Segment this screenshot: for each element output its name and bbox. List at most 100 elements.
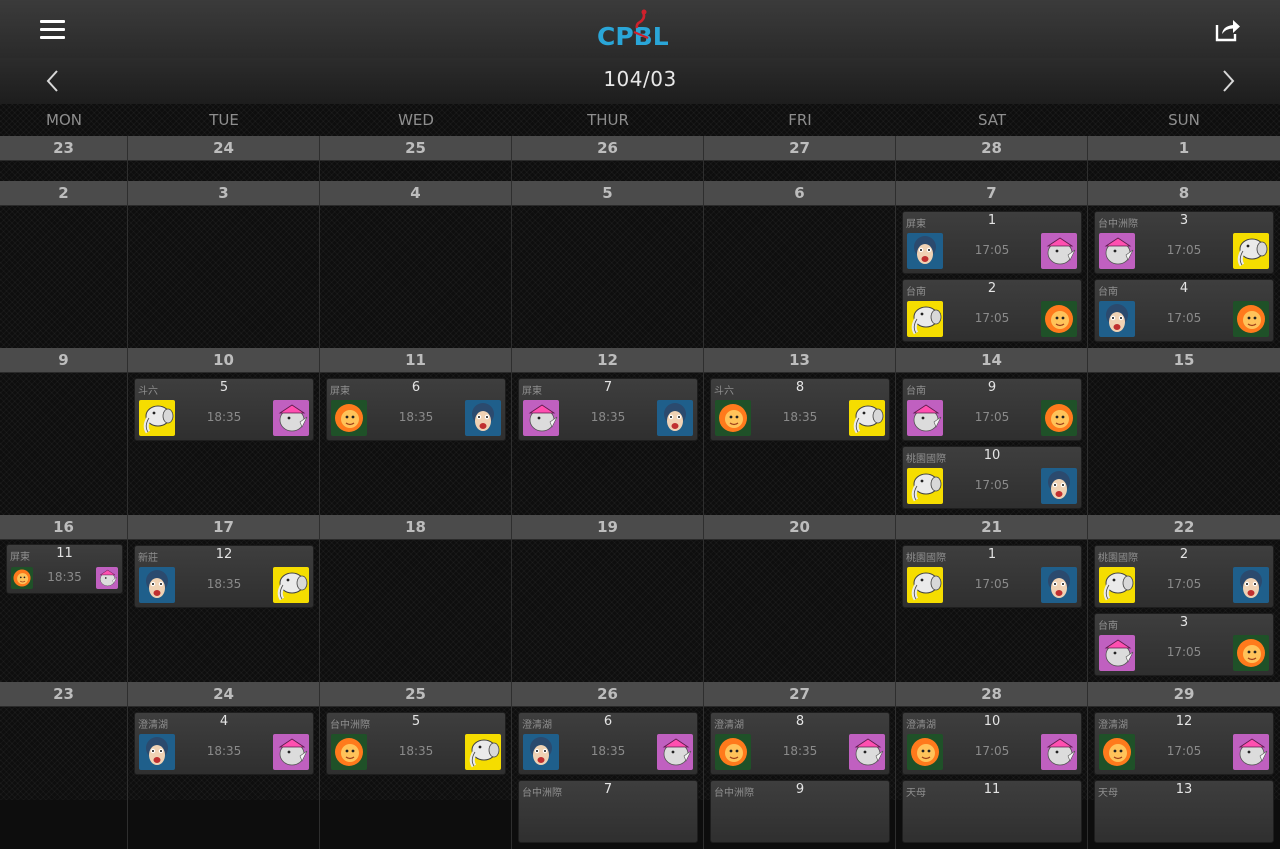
day-cell[interactable]: 29 澄清湖 12 17:05 天母 13 [1088, 682, 1280, 849]
day-cell[interactable]: 26 [512, 136, 704, 181]
home-team-logo-monkeys-icon[interactable] [657, 400, 693, 436]
away-team-logo-rhinos-icon[interactable] [907, 400, 943, 436]
day-cell[interactable]: 25 台中洲際 5 18:35 [320, 682, 512, 849]
game-card[interactable]: 新莊 12 18:35 [134, 545, 314, 608]
home-team-logo-rhinos-icon[interactable] [1233, 734, 1269, 770]
home-team-logo-lions-icon[interactable] [1233, 635, 1269, 671]
day-cell[interactable]: 28 [896, 136, 1088, 181]
day-cell[interactable]: 20 [704, 515, 896, 682]
away-team-logo-elephants-icon[interactable] [139, 400, 175, 436]
next-month-chevron-icon[interactable] [1213, 66, 1243, 96]
away-team-logo-lions-icon[interactable] [1099, 734, 1135, 770]
home-team-logo-rhinos-icon[interactable] [273, 734, 309, 770]
day-cell[interactable]: 22 桃園國際 2 17:05 台南 3 17:05 [1088, 515, 1280, 682]
game-card[interactable]: 桃園國際 1 17:05 [902, 545, 1082, 608]
home-team-logo-lions-icon[interactable] [1041, 400, 1077, 436]
day-cell[interactable]: 7 屏東 1 17:05 台南 2 17:05 [896, 181, 1088, 348]
day-cell[interactable]: 16 屏東 11 18:35 [0, 515, 128, 682]
game-card[interactable]: 台南 4 17:05 [1094, 279, 1274, 342]
day-cell[interactable]: 21 桃園國際 1 17:05 [896, 515, 1088, 682]
game-card[interactable]: 屏東 6 18:35 [326, 378, 506, 441]
game-card[interactable]: 澄清湖 8 18:35 [710, 712, 890, 775]
day-cell[interactable]: 2 [0, 181, 128, 348]
away-team-logo-monkeys-icon[interactable] [139, 567, 175, 603]
day-cell[interactable]: 18 [320, 515, 512, 682]
game-card[interactable]: 澄清湖 10 17:05 [902, 712, 1082, 775]
day-cell[interactable]: 27 [704, 136, 896, 181]
day-cell[interactable]: 8 台中洲際 3 17:05 台南 4 17:05 [1088, 181, 1280, 348]
home-team-logo-elephants-icon[interactable] [1233, 233, 1269, 269]
home-team-logo-rhinos-icon[interactable] [1041, 734, 1077, 770]
home-team-logo-rhinos-icon[interactable] [849, 734, 885, 770]
game-card[interactable]: 台中洲際 3 17:05 [1094, 211, 1274, 274]
day-cell[interactable]: 28 澄清湖 10 17:05 天母 11 [896, 682, 1088, 849]
game-card[interactable]: 屏東 1 17:05 [902, 211, 1082, 274]
day-cell[interactable]: 11 屏東 6 18:35 [320, 348, 512, 515]
away-team-logo-lions-icon[interactable] [907, 734, 943, 770]
day-cell[interactable]: 9 [0, 348, 128, 515]
away-team-logo-elephants-icon[interactable] [1099, 567, 1135, 603]
away-team-logo-elephants-icon[interactable] [907, 301, 943, 337]
away-team-logo-monkeys-icon[interactable] [523, 734, 559, 770]
day-cell[interactable]: 15 [1088, 348, 1280, 515]
day-cell[interactable]: 23 [0, 136, 128, 181]
day-cell[interactable]: 3 [128, 181, 320, 348]
day-cell[interactable]: 5 [512, 181, 704, 348]
day-cell[interactable]: 6 [704, 181, 896, 348]
game-card[interactable]: 澄清湖 12 17:05 [1094, 712, 1274, 775]
home-team-logo-elephants-icon[interactable] [849, 400, 885, 436]
game-card[interactable]: 屏東 7 18:35 [518, 378, 698, 441]
home-team-logo-rhinos-icon[interactable] [1041, 233, 1077, 269]
day-cell[interactable]: 27 澄清湖 8 18:35 台中洲際 9 [704, 682, 896, 849]
game-card[interactable]: 屏東 11 18:35 [6, 544, 123, 594]
game-card[interactable]: 天母 13 [1094, 780, 1274, 843]
away-team-logo-elephants-icon[interactable] [907, 567, 943, 603]
day-cell[interactable]: 1 [1088, 136, 1280, 181]
away-team-logo-elephants-icon[interactable] [907, 468, 943, 504]
home-team-logo-rhinos-icon[interactable] [657, 734, 693, 770]
home-team-logo-elephants-icon[interactable] [273, 567, 309, 603]
away-team-logo-lions-icon[interactable] [715, 400, 751, 436]
game-card[interactable]: 台南 2 17:05 [902, 279, 1082, 342]
day-cell[interactable]: 24 澄清湖 4 18:35 [128, 682, 320, 849]
day-cell[interactable]: 26 澄清湖 6 18:35 台中洲際 7 [512, 682, 704, 849]
game-card[interactable]: 天母 11 [902, 780, 1082, 843]
away-team-logo-rhinos-icon[interactable] [1099, 635, 1135, 671]
game-card[interactable]: 台中洲際 5 18:35 [326, 712, 506, 775]
game-card[interactable]: 台南 9 17:05 [902, 378, 1082, 441]
away-team-logo-monkeys-icon[interactable] [1099, 301, 1135, 337]
game-card[interactable]: 澄清湖 4 18:35 [134, 712, 314, 775]
home-team-logo-lions-icon[interactable] [1233, 301, 1269, 337]
away-team-logo-lions-icon[interactable] [331, 734, 367, 770]
home-team-logo-monkeys-icon[interactable] [1041, 567, 1077, 603]
day-cell[interactable]: 19 [512, 515, 704, 682]
home-team-logo-rhinos-icon[interactable] [96, 567, 118, 589]
previous-month-chevron-icon[interactable] [38, 66, 68, 96]
game-card[interactable]: 桃園國際 10 17:05 [902, 446, 1082, 509]
day-cell[interactable]: 12 屏東 7 18:35 [512, 348, 704, 515]
game-card[interactable]: 台中洲際 9 [710, 780, 890, 843]
away-team-logo-lions-icon[interactable] [331, 400, 367, 436]
away-team-logo-lions-icon[interactable] [715, 734, 751, 770]
day-cell[interactable]: 4 [320, 181, 512, 348]
day-cell[interactable]: 17 新莊 12 18:35 [128, 515, 320, 682]
day-cell[interactable]: 24 [128, 136, 320, 181]
home-team-logo-elephants-icon[interactable] [465, 734, 501, 770]
home-team-logo-rhinos-icon[interactable] [273, 400, 309, 436]
home-team-logo-lions-icon[interactable] [1041, 301, 1077, 337]
away-team-logo-rhinos-icon[interactable] [523, 400, 559, 436]
game-card[interactable]: 斗六 5 18:35 [134, 378, 314, 441]
hamburger-menu-icon[interactable] [40, 20, 65, 40]
home-team-logo-monkeys-icon[interactable] [465, 400, 501, 436]
away-team-logo-rhinos-icon[interactable] [1099, 233, 1135, 269]
game-card[interactable]: 台中洲際 7 [518, 780, 698, 843]
away-team-logo-lions-icon[interactable] [11, 567, 33, 589]
day-cell[interactable]: 25 [320, 136, 512, 181]
day-cell[interactable]: 13 斗六 8 18:35 [704, 348, 896, 515]
away-team-logo-monkeys-icon[interactable] [907, 233, 943, 269]
home-team-logo-monkeys-icon[interactable] [1041, 468, 1077, 504]
game-card[interactable]: 澄清湖 6 18:35 [518, 712, 698, 775]
day-cell[interactable]: 14 台南 9 17:05 桃園國際 10 17:05 [896, 348, 1088, 515]
share-icon[interactable] [1213, 17, 1241, 43]
day-cell[interactable]: 10 斗六 5 18:35 [128, 348, 320, 515]
